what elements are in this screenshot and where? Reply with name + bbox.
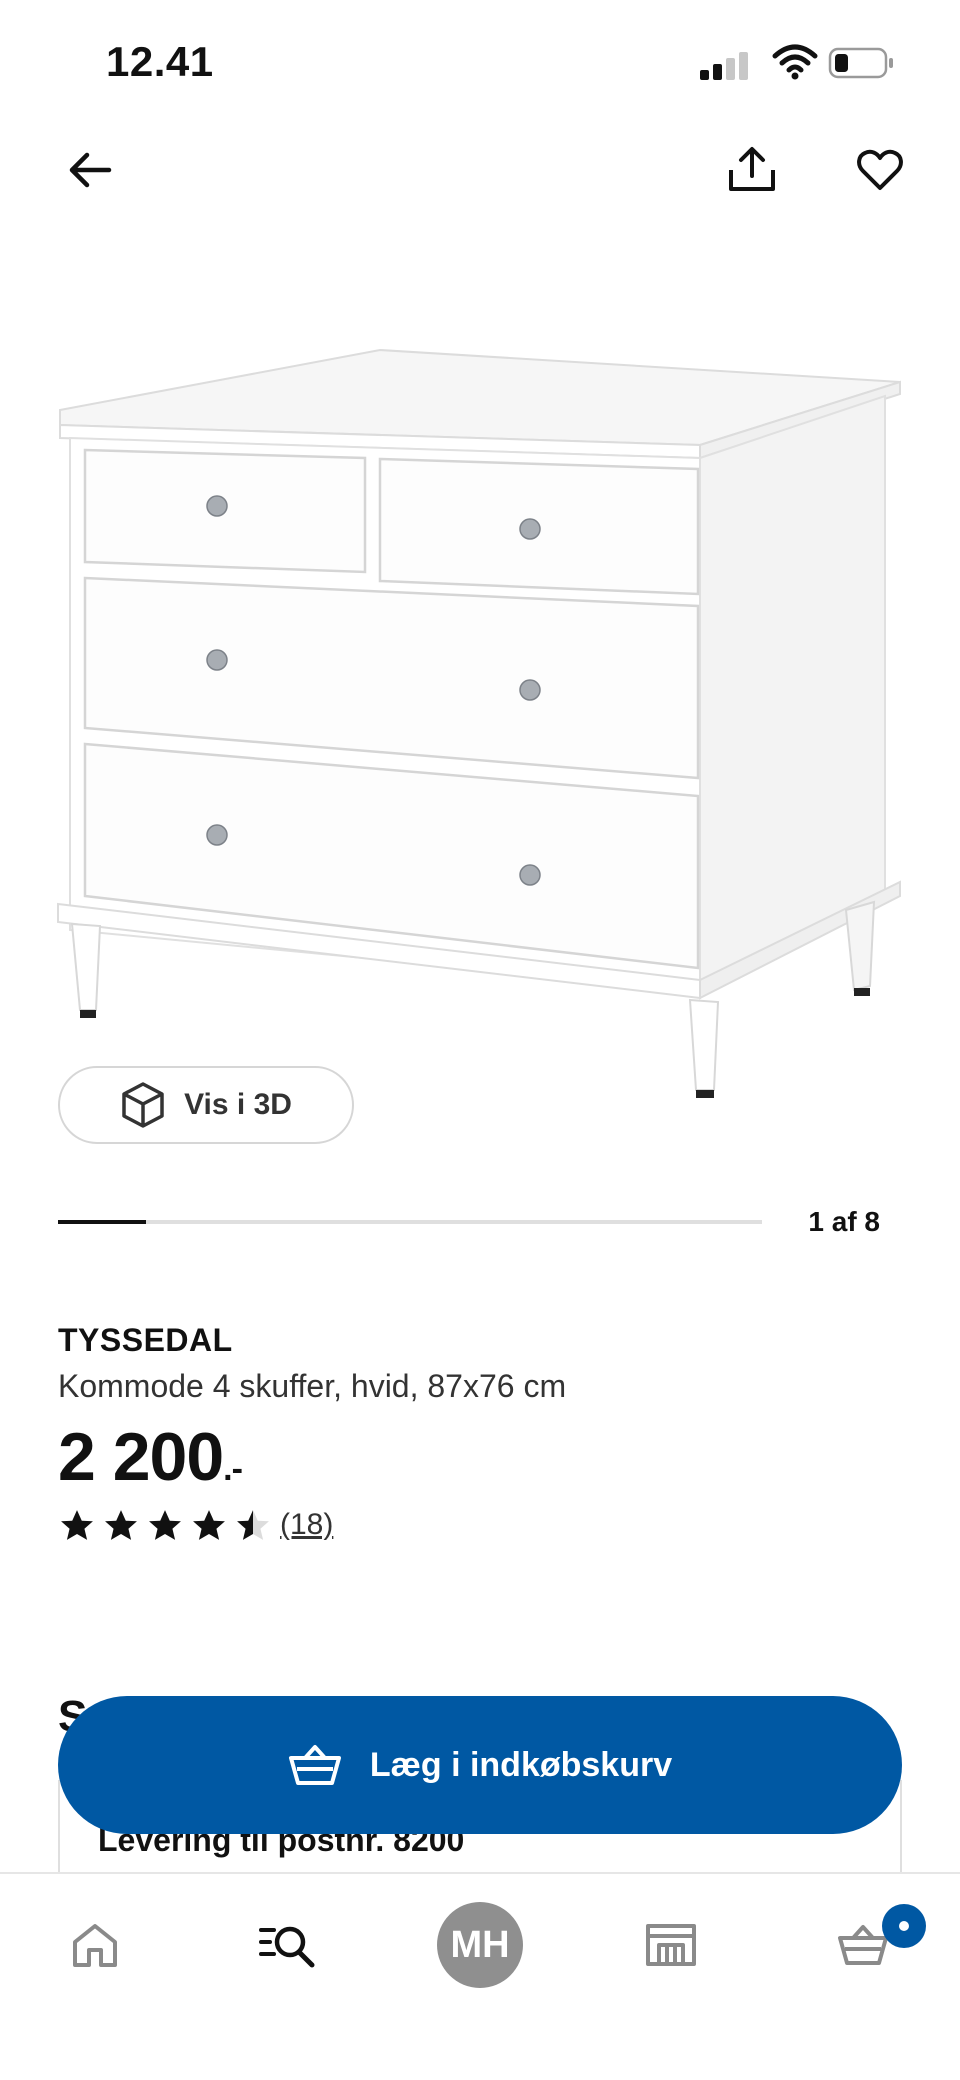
add-to-cart-button[interactable]: Læg i indkøbskurv: [58, 1696, 902, 1834]
star-icon: [149, 1510, 181, 1540]
wifi-icon: [772, 44, 818, 80]
share-button[interactable]: [722, 140, 782, 200]
share-icon: [729, 147, 775, 191]
bottom-tab-bar: MH: [0, 1872, 960, 2080]
star-icon: [237, 1510, 269, 1540]
star-icon: [193, 1510, 225, 1540]
store-icon: [646, 1924, 696, 1966]
heart-icon: [857, 149, 903, 190]
product-brand: TYSSEDAL: [58, 1322, 233, 1358]
carousel-progress: [58, 1220, 762, 1224]
battery-icon: [828, 47, 893, 79]
product-price: 2 200.-: [58, 1418, 243, 1496]
status-time: 12.41: [106, 38, 214, 85]
carousel-counter: 1 af 8: [808, 1206, 880, 1237]
star-icon: [61, 1510, 93, 1540]
tab-profile[interactable]: MH: [435, 1900, 525, 1990]
tab-home[interactable]: [50, 1900, 140, 1990]
cube-3d-icon: [122, 1082, 164, 1128]
arrow-left-icon: [69, 152, 112, 188]
tab-stores[interactable]: [626, 1900, 716, 1990]
favorite-button[interactable]: [850, 140, 910, 200]
tab-search[interactable]: [242, 1900, 332, 1990]
home-icon: [73, 1924, 117, 1967]
basket-icon: [288, 1745, 341, 1785]
add-to-cart-label: Læg i indkøbskurv: [369, 1745, 673, 1784]
cart-badge: [882, 1904, 926, 1948]
price-value: 2 200: [58, 1419, 224, 1495]
badge-dot: [899, 1921, 909, 1931]
view-3d-label: Vis i 3D: [184, 1088, 292, 1121]
star-icon: [105, 1510, 137, 1540]
review-count-link[interactable]: (18): [280, 1508, 333, 1542]
cart-basket-icon: [838, 1925, 888, 1965]
carousel-progress-fill: [58, 1220, 146, 1224]
star-rating: [58, 1508, 272, 1542]
view-3d-button[interactable]: Vis i 3D: [58, 1066, 354, 1144]
avatar: MH: [437, 1902, 523, 1988]
product-image[interactable]: [50, 330, 910, 1110]
product-description: Kommode 4 skuffer, hvid, 87x76 cm: [58, 1368, 567, 1404]
back-button[interactable]: [60, 140, 120, 200]
cellular-signal-icon: [700, 50, 750, 80]
price-suffix: .-: [223, 1450, 243, 1488]
search-icon: [259, 1926, 315, 1968]
